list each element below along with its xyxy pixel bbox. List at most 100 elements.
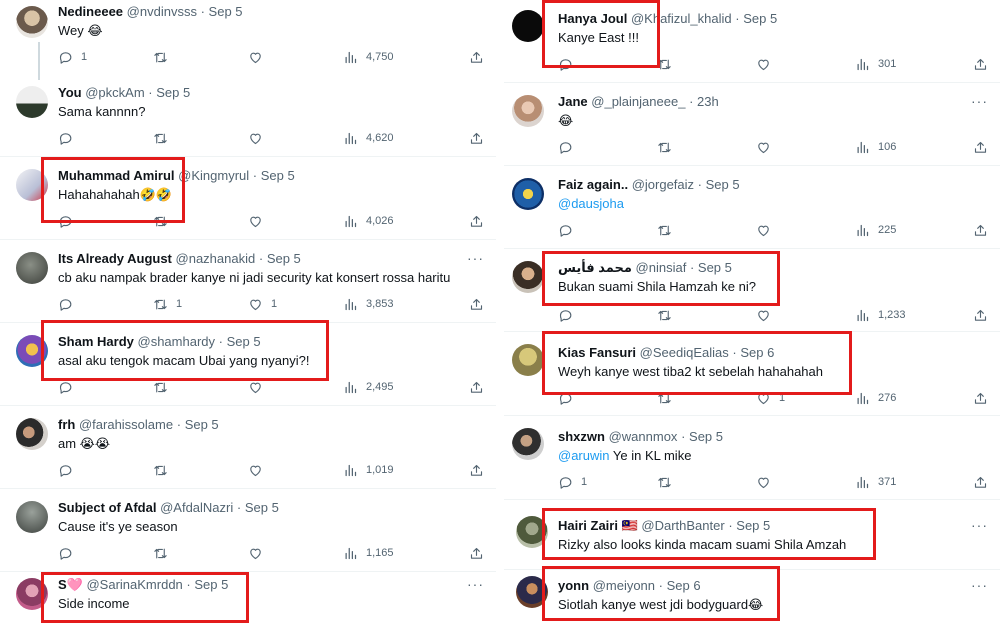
share-button[interactable] (973, 221, 988, 239)
like-button[interactable]: 1 (756, 389, 785, 407)
display-name[interactable]: Kias Fansuri (558, 345, 636, 360)
avatar[interactable] (16, 86, 48, 118)
avatar[interactable] (512, 261, 544, 293)
tweet-date[interactable]: Sep 6 (667, 578, 701, 593)
user-handle[interactable]: @farahissolame (79, 417, 173, 432)
avatar[interactable] (512, 178, 544, 210)
like-button[interactable] (756, 55, 779, 73)
retweet-button[interactable] (153, 461, 176, 479)
tweet-item[interactable]: Hairi Zairi 🇲🇾 @DarthBanter · Sep 5 ··· … (504, 500, 1000, 570)
user-handle[interactable]: @jorgefaiz (632, 177, 694, 192)
tweet-item[interactable]: Its Already August @nazhanakid · Sep 5 ·… (0, 240, 496, 323)
views-button[interactable]: 225 (855, 221, 896, 239)
views-button[interactable]: 2,495 (343, 378, 394, 396)
views-button[interactable]: 371 (855, 473, 896, 491)
display-name[interactable]: frh (58, 417, 75, 432)
tweet-date[interactable]: Sep 5 (267, 251, 301, 266)
display-name[interactable]: yonn (558, 578, 589, 593)
share-button[interactable] (469, 295, 484, 313)
display-name[interactable]: Its Already August (58, 251, 172, 266)
like-button[interactable] (756, 221, 779, 239)
share-button[interactable] (973, 389, 988, 407)
share-button[interactable] (469, 48, 484, 66)
display-name[interactable]: Faiz again.. (558, 177, 628, 192)
tweet-item[interactable]: Hanya Joul @Khafizul_khalid · Sep 5 Kany… (504, 0, 1000, 83)
tweet-date[interactable]: Sep 5 (227, 334, 261, 349)
reply-button[interactable] (58, 461, 81, 479)
share-button[interactable] (469, 212, 484, 230)
reply-button[interactable] (58, 378, 81, 396)
avatar[interactable] (16, 501, 48, 533)
reply-button[interactable] (558, 55, 581, 73)
retweet-button[interactable] (153, 48, 176, 66)
retweet-button[interactable] (153, 378, 176, 396)
tweet-item[interactable]: Subject of Afdal @AfdalNazri · Sep 5 Cau… (0, 489, 496, 572)
avatar[interactable] (16, 578, 48, 610)
avatar[interactable] (512, 10, 544, 42)
display-name[interactable]: You (58, 85, 82, 100)
display-name[interactable]: Subject of Afdal (58, 500, 156, 515)
display-name[interactable]: shxzwn (558, 429, 605, 444)
views-button[interactable]: 4,620 (343, 129, 394, 147)
user-handle[interactable]: @ninsiaf (636, 260, 687, 275)
display-name[interactable]: Jane (558, 94, 588, 109)
share-button[interactable] (469, 378, 484, 396)
display-name[interactable]: محمد فأيس (558, 260, 632, 275)
share-button[interactable] (469, 129, 484, 147)
like-button[interactable] (756, 138, 779, 156)
reply-button[interactable]: 1 (558, 473, 587, 491)
retweet-button[interactable] (153, 212, 176, 230)
user-handle[interactable]: @DarthBanter (641, 518, 724, 533)
tweet-date[interactable]: Sep 5 (736, 518, 770, 533)
avatar[interactable] (516, 516, 548, 548)
reply-button[interactable] (58, 129, 81, 147)
views-button[interactable]: 1,233 (855, 306, 906, 324)
reply-button[interactable] (58, 544, 81, 562)
avatar[interactable] (512, 428, 544, 460)
views-button[interactable]: 106 (855, 138, 896, 156)
tweet-date[interactable]: Sep 5 (698, 260, 732, 275)
more-options-icon[interactable]: ··· (467, 250, 484, 266)
like-button[interactable] (248, 378, 271, 396)
avatar[interactable] (16, 252, 48, 284)
user-handle[interactable]: @nvdinvsss (127, 4, 197, 19)
display-name[interactable]: S🩷 (58, 577, 83, 592)
user-handle[interactable]: @SeediqEalias (640, 345, 729, 360)
user-handle[interactable]: @meiyonn (593, 578, 655, 593)
display-name[interactable]: Muhammad Amirul (58, 168, 175, 183)
user-handle[interactable]: @pkckAm (85, 85, 144, 100)
mention-link[interactable]: @dausjoha (558, 196, 624, 211)
views-button[interactable]: 4,026 (343, 212, 394, 230)
retweet-button[interactable] (657, 221, 680, 239)
user-handle[interactable]: @wannmox (609, 429, 678, 444)
mention-link[interactable]: @aruwin (558, 448, 610, 463)
like-button[interactable] (248, 212, 271, 230)
tweet-date[interactable]: Sep 5 (156, 85, 190, 100)
user-handle[interactable]: @AfdalNazri (160, 500, 233, 515)
views-button[interactable]: 301 (855, 55, 896, 73)
tweet-date[interactable]: Sep 5 (209, 4, 243, 19)
tweet-item[interactable]: shxzwn @wannmox · Sep 5 @aruwin Ye in KL… (504, 416, 1000, 500)
more-options-icon[interactable]: ··· (971, 93, 988, 109)
tweet-item[interactable]: Faiz again.. @jorgefaiz · Sep 5 @dausjoh… (504, 166, 1000, 249)
tweet-item[interactable]: Muhammad Amirul @Kingmyrul · Sep 5 Hahah… (0, 157, 496, 240)
like-button[interactable] (248, 544, 271, 562)
retweet-button[interactable] (657, 138, 680, 156)
views-button[interactable]: 1,019 (343, 461, 394, 479)
tweet-date[interactable]: Sep 5 (261, 168, 295, 183)
reply-button[interactable] (558, 221, 581, 239)
tweet-date[interactable]: Sep 5 (185, 417, 219, 432)
tweet-date[interactable]: Sep 6 (740, 345, 774, 360)
reply-button[interactable] (558, 389, 581, 407)
tweet-date[interactable]: 23h (697, 94, 719, 109)
display-name[interactable]: Sham Hardy (58, 334, 134, 349)
tweet-date[interactable]: Sep 5 (706, 177, 740, 192)
retweet-button[interactable] (657, 473, 680, 491)
retweet-button[interactable]: 1 (153, 295, 182, 313)
like-button[interactable] (248, 461, 271, 479)
more-options-icon[interactable]: ··· (971, 577, 988, 593)
tweet-item[interactable]: You @pkckAm · Sep 5 Sama kannnn? 4,620 (0, 80, 496, 157)
like-button[interactable] (248, 48, 271, 66)
share-button[interactable] (973, 55, 988, 73)
avatar[interactable] (16, 169, 48, 201)
